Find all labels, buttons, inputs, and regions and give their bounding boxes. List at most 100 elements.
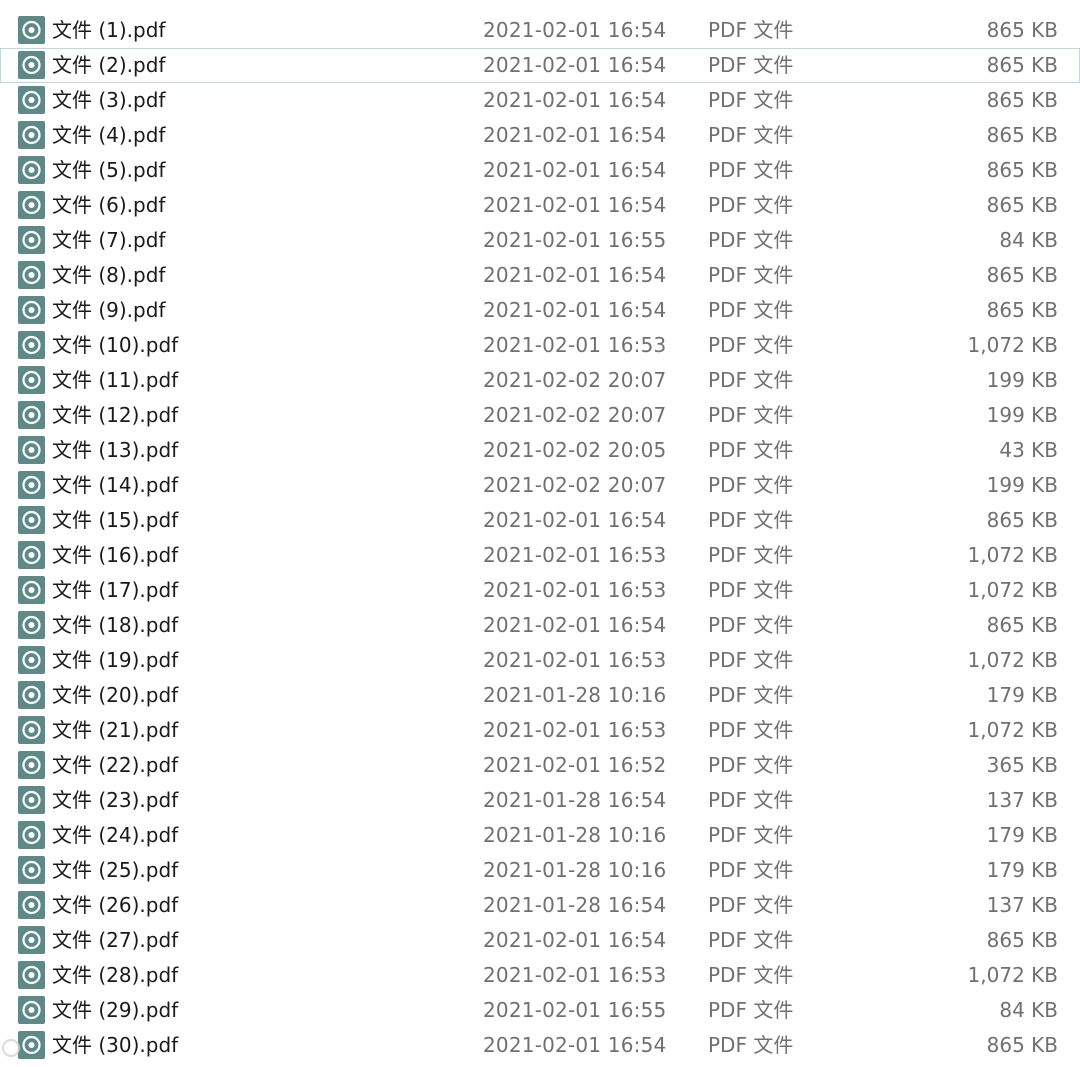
file-type: PDF 文件 — [708, 403, 794, 427]
pdf-file-icon — [18, 191, 45, 219]
file-name: 文件 (1).pdf — [52, 18, 166, 42]
file-size: 43 KB — [999, 438, 1058, 462]
file-row[interactable]: 文件 (16).pdf 2021-02-01 16:53 PDF 文件 1,07… — [0, 538, 1080, 573]
pdf-file-icon — [18, 996, 45, 1024]
file-row[interactable]: 文件 (14).pdf 2021-02-02 20:07 PDF 文件 199 … — [0, 468, 1080, 503]
file-size: 865 KB — [986, 88, 1058, 112]
file-date-modified: 2021-02-01 16:53 — [483, 333, 667, 357]
file-type: PDF 文件 — [708, 473, 794, 497]
file-date-modified: 2021-02-01 16:54 — [483, 263, 667, 287]
file-type: PDF 文件 — [708, 18, 794, 42]
file-row[interactable]: 文件 (4).pdf 2021-02-01 16:54 PDF 文件 865 K… — [0, 118, 1080, 153]
file-row[interactable]: 文件 (5).pdf 2021-02-01 16:54 PDF 文件 865 K… — [0, 153, 1080, 188]
file-row[interactable]: 文件 (18).pdf 2021-02-01 16:54 PDF 文件 865 … — [0, 608, 1080, 643]
file-name: 文件 (3).pdf — [52, 88, 166, 112]
file-size: 1,072 KB — [967, 333, 1058, 357]
file-type: PDF 文件 — [708, 368, 794, 392]
file-date-modified: 2021-02-01 16:54 — [483, 88, 667, 112]
file-row[interactable]: 文件 (10).pdf 2021-02-01 16:53 PDF 文件 1,07… — [0, 328, 1080, 363]
pdf-file-icon — [18, 1031, 45, 1059]
file-type: PDF 文件 — [708, 158, 794, 182]
file-date-modified: 2021-02-02 20:07 — [483, 403, 667, 427]
file-date-modified: 2021-02-01 16:53 — [483, 648, 667, 672]
pdf-file-icon — [18, 576, 45, 604]
file-row[interactable]: 文件 (3).pdf 2021-02-01 16:54 PDF 文件 865 K… — [0, 83, 1080, 118]
file-name: 文件 (5).pdf — [52, 158, 166, 182]
file-size: 865 KB — [986, 123, 1058, 147]
file-name: 文件 (15).pdf — [52, 508, 179, 532]
file-size: 865 KB — [986, 18, 1058, 42]
file-type: PDF 文件 — [708, 823, 794, 847]
file-size: 84 KB — [999, 998, 1058, 1022]
pdf-file-icon — [18, 821, 45, 849]
file-date-modified: 2021-01-28 10:16 — [483, 858, 667, 882]
file-type: PDF 文件 — [708, 613, 794, 637]
file-name: 文件 (17).pdf — [52, 578, 179, 602]
file-row[interactable]: 文件 (17).pdf 2021-02-01 16:53 PDF 文件 1,07… — [0, 573, 1080, 608]
file-row[interactable]: 文件 (29).pdf 2021-02-01 16:55 PDF 文件 84 K… — [0, 993, 1080, 1028]
file-date-modified: 2021-02-01 16:52 — [483, 753, 667, 777]
file-date-modified: 2021-02-01 16:54 — [483, 1033, 667, 1057]
file-row[interactable]: 文件 (27).pdf 2021-02-01 16:54 PDF 文件 865 … — [0, 923, 1080, 958]
file-row[interactable]: 文件 (1).pdf 2021-02-01 16:54 PDF 文件 865 K… — [0, 13, 1080, 48]
file-row[interactable]: 文件 (11).pdf 2021-02-02 20:07 PDF 文件 199 … — [0, 363, 1080, 398]
file-row[interactable]: 文件 (24).pdf 2021-01-28 10:16 PDF 文件 179 … — [0, 818, 1080, 853]
pdf-file-icon — [18, 51, 45, 79]
file-row[interactable]: 文件 (2).pdf 2021-02-01 16:54 PDF 文件 865 K… — [0, 48, 1080, 83]
file-date-modified: 2021-02-01 16:53 — [483, 543, 667, 567]
pdf-file-icon — [18, 401, 45, 429]
pdf-file-icon — [18, 716, 45, 744]
file-row[interactable]: 文件 (6).pdf 2021-02-01 16:54 PDF 文件 865 K… — [0, 188, 1080, 223]
file-type: PDF 文件 — [708, 438, 794, 462]
file-name: 文件 (16).pdf — [52, 543, 179, 567]
file-size: 179 KB — [986, 823, 1058, 847]
pdf-file-icon — [18, 156, 45, 184]
file-size: 199 KB — [986, 403, 1058, 427]
file-row[interactable]: 文件 (22).pdf 2021-02-01 16:52 PDF 文件 365 … — [0, 748, 1080, 783]
file-date-modified: 2021-02-01 16:54 — [483, 508, 667, 532]
pdf-file-icon — [18, 856, 45, 884]
file-name: 文件 (11).pdf — [52, 368, 179, 392]
file-size: 179 KB — [986, 858, 1058, 882]
file-size: 865 KB — [986, 263, 1058, 287]
file-row[interactable]: 文件 (13).pdf 2021-02-02 20:05 PDF 文件 43 K… — [0, 433, 1080, 468]
file-size: 865 KB — [986, 298, 1058, 322]
file-type: PDF 文件 — [708, 543, 794, 567]
file-row[interactable]: 文件 (19).pdf 2021-02-01 16:53 PDF 文件 1,07… — [0, 643, 1080, 678]
file-size: 1,072 KB — [967, 963, 1058, 987]
file-row[interactable]: 文件 (26).pdf 2021-01-28 16:54 PDF 文件 137 … — [0, 888, 1080, 923]
file-type: PDF 文件 — [708, 298, 794, 322]
file-row[interactable]: 文件 (7).pdf 2021-02-01 16:55 PDF 文件 84 KB — [0, 223, 1080, 258]
file-row[interactable]: 文件 (25).pdf 2021-01-28 10:16 PDF 文件 179 … — [0, 853, 1080, 888]
file-row[interactable]: 文件 (30).pdf 2021-02-01 16:54 PDF 文件 865 … — [0, 1028, 1080, 1063]
file-date-modified: 2021-02-02 20:05 — [483, 438, 667, 462]
pdf-file-icon — [18, 891, 45, 919]
file-size: 1,072 KB — [967, 648, 1058, 672]
file-date-modified: 2021-02-01 16:54 — [483, 53, 667, 77]
file-size: 1,072 KB — [967, 578, 1058, 602]
file-row[interactable]: 文件 (21).pdf 2021-02-01 16:53 PDF 文件 1,07… — [0, 713, 1080, 748]
file-size: 1,072 KB — [967, 543, 1058, 567]
file-row[interactable]: 文件 (15).pdf 2021-02-01 16:54 PDF 文件 865 … — [0, 503, 1080, 538]
file-date-modified: 2021-02-02 20:07 — [483, 368, 667, 392]
file-type: PDF 文件 — [708, 123, 794, 147]
file-name: 文件 (30).pdf — [52, 1033, 179, 1057]
file-row[interactable]: 文件 (20).pdf 2021-01-28 10:16 PDF 文件 179 … — [0, 678, 1080, 713]
file-row[interactable]: 文件 (23).pdf 2021-01-28 16:54 PDF 文件 137 … — [0, 783, 1080, 818]
file-type: PDF 文件 — [708, 858, 794, 882]
pdf-file-icon — [18, 86, 45, 114]
file-name: 文件 (2).pdf — [52, 53, 166, 77]
pdf-file-icon — [18, 646, 45, 674]
file-type: PDF 文件 — [708, 718, 794, 742]
file-date-modified: 2021-02-01 16:54 — [483, 123, 667, 147]
file-date-modified: 2021-02-01 16:53 — [483, 718, 667, 742]
file-row[interactable]: 文件 (9).pdf 2021-02-01 16:54 PDF 文件 865 K… — [0, 293, 1080, 328]
file-row[interactable]: 文件 (8).pdf 2021-02-01 16:54 PDF 文件 865 K… — [0, 258, 1080, 293]
pdf-file-icon — [18, 296, 45, 324]
file-row[interactable]: 文件 (28).pdf 2021-02-01 16:53 PDF 文件 1,07… — [0, 958, 1080, 993]
file-date-modified: 2021-02-01 16:53 — [483, 578, 667, 602]
file-date-modified: 2021-02-01 16:54 — [483, 928, 667, 952]
file-size: 865 KB — [986, 613, 1058, 637]
file-row[interactable]: 文件 (12).pdf 2021-02-02 20:07 PDF 文件 199 … — [0, 398, 1080, 433]
file-size: 199 KB — [986, 473, 1058, 497]
